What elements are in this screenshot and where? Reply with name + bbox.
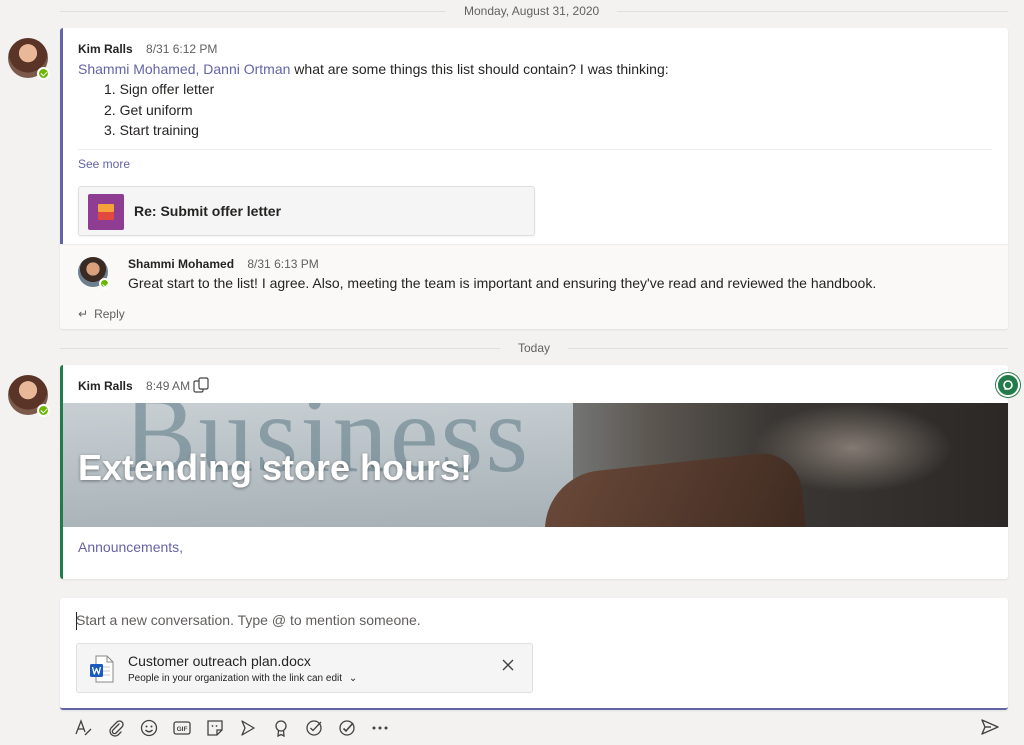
more-icon (372, 726, 387, 730)
see-more-link[interactable]: See more (78, 157, 130, 171)
message-meta: Kim Ralls 8/31 6:12 PM (78, 41, 217, 57)
reply-meta: Shammi Mohamed 8/31 6:13 PM (128, 256, 319, 272)
loop-glyph-icon (1003, 380, 1013, 390)
announcement-card: Kim Ralls 8:49 AM Business Extending sto… (60, 365, 1008, 579)
date-label: Monday, August 31, 2020 (446, 3, 618, 19)
avatar[interactable] (78, 257, 110, 289)
avatar[interactable] (8, 38, 50, 80)
presence-available-icon (99, 278, 110, 289)
divider (78, 149, 992, 150)
format-icon (74, 719, 91, 736)
reply-arrow-icon: ↵ (78, 307, 89, 321)
word-document-icon (90, 655, 114, 683)
meet-now-button[interactable] (235, 716, 260, 741)
sticker-icon (206, 720, 223, 736)
list-item: 3. Start training (104, 122, 199, 138)
timestamp: 8:49 AM (146, 379, 191, 393)
meet-icon (240, 720, 255, 736)
approvals-button[interactable] (301, 716, 326, 741)
compose-input[interactable] (76, 612, 936, 628)
tasks-button[interactable] (334, 716, 359, 741)
avatar[interactable] (8, 375, 50, 417)
attach-icon (108, 720, 124, 737)
author-name[interactable]: Kim Ralls (78, 379, 133, 393)
channel-tag-link[interactable]: Announcements, (78, 539, 183, 555)
timestamp: 8/31 6:12 PM (146, 42, 218, 56)
praise-button[interactable] (268, 716, 293, 741)
list-item: 1. Sign offer letter (104, 81, 215, 97)
remove-attachment-button[interactable] (500, 659, 516, 675)
permission-text: People in your organization with the lin… (128, 673, 343, 684)
reply-section: Shammi Mohamed 8/31 6:13 PM Great start … (60, 244, 1008, 329)
send-button[interactable] (979, 716, 1003, 740)
message-body: Shammi Mohamed, Danni Ortman what are so… (78, 59, 669, 79)
loop-badge-icon[interactable] (996, 373, 1020, 397)
reply-button[interactable]: ↵ Reply (78, 307, 125, 321)
message-text: what are some things this list should co… (290, 61, 669, 77)
sticker-button[interactable] (202, 716, 227, 741)
announcement-title: Extending store hours! (78, 447, 473, 488)
gif-icon: GIF (172, 721, 191, 735)
emoji-button[interactable] (136, 716, 161, 741)
chevron-down-icon: ⌄ (348, 673, 358, 684)
date-label: Today (500, 340, 569, 356)
close-icon (502, 659, 514, 671)
presence-available-icon (37, 404, 50, 417)
author-name[interactable]: Shammi Mohamed (128, 257, 234, 271)
copy-link-icon[interactable] (193, 377, 210, 393)
format-button[interactable] (70, 716, 95, 741)
presence-available-icon (37, 67, 50, 80)
timestamp: 8/31 6:13 PM (247, 257, 319, 271)
send-icon (981, 719, 999, 735)
list-item: 2. Get uniform (104, 102, 193, 118)
reply-text: Great start to the list! I agree. Also, … (128, 275, 877, 291)
praise-icon (274, 720, 287, 738)
tasks-icon (338, 720, 355, 736)
message-accent (60, 28, 63, 244)
emoji-icon (140, 719, 157, 737)
approvals-icon (305, 720, 322, 736)
attachment-permission-dropdown[interactable]: People in your organization with the lin… (128, 673, 357, 684)
announcement-banner: Business Extending store hours! (63, 403, 1008, 527)
attach-button[interactable] (103, 716, 128, 741)
attachment-card[interactable]: Customer outreach plan.docx People in yo… (76, 643, 533, 693)
mention-link[interactable]: Shammi Mohamed, Danni Ortman (78, 61, 290, 77)
gif-button[interactable]: GIF (169, 716, 194, 741)
svg-text:GIF: GIF (176, 726, 187, 733)
loop-icon (88, 194, 124, 230)
banner-hand (539, 449, 807, 527)
message-card: Kim Ralls 8/31 6:12 PM Shammi Mohamed, D… (60, 28, 1008, 329)
loop-component-card[interactable]: Re: Submit offer letter (78, 186, 535, 236)
reply-label: Reply (94, 307, 125, 321)
more-options-button[interactable] (367, 716, 392, 741)
loop-title: Re: Submit offer letter (134, 203, 282, 219)
attachment-name: Customer outreach plan.docx (128, 653, 311, 669)
author-name[interactable]: Kim Ralls (78, 42, 133, 56)
message-meta: Kim Ralls 8:49 AM (78, 378, 190, 394)
compose-box: Customer outreach plan.docx People in yo… (60, 598, 1008, 710)
compose-toolbar: GIF (70, 714, 392, 742)
